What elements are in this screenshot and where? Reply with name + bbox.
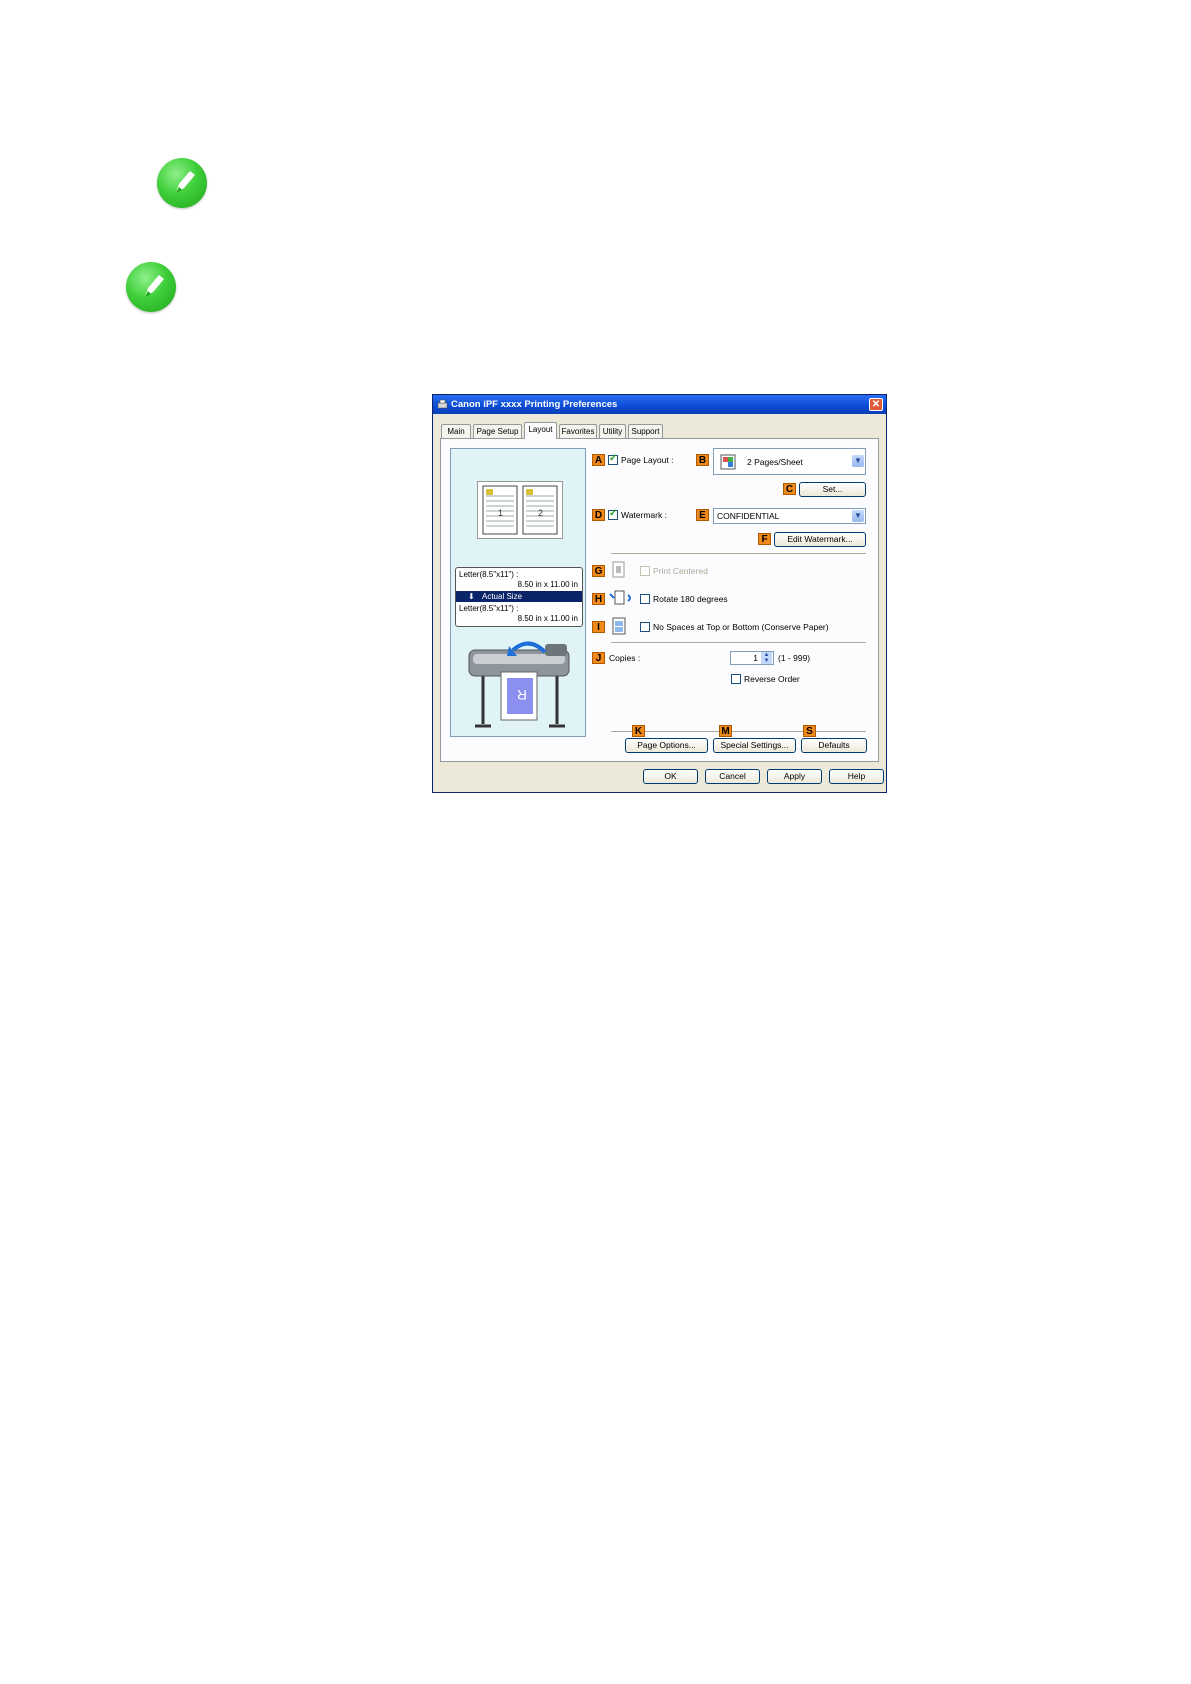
scale-row: ⬇ Actual Size [456, 591, 582, 602]
output-size: Letter(8.5"x11") : [459, 604, 519, 613]
watermark-value: CONFIDENTIAL [717, 511, 780, 521]
tab-page-setup[interactable]: Page Setup [473, 424, 522, 438]
arrow-down-icon: ⬇ [468, 592, 475, 601]
divider [611, 731, 866, 732]
no-spaces-label: No Spaces at Top or Bottom (Conserve Pap… [653, 622, 829, 632]
page-layout-preview: 12 [477, 481, 563, 539]
apply-button[interactable]: Apply [767, 769, 822, 784]
spin-arrows-icon[interactable]: ▲ ▼ [761, 652, 772, 664]
divider [611, 642, 866, 643]
title-bar[interactable]: Canon iPF xxxx Printing Preferences ✕ [433, 395, 886, 414]
page-options-button[interactable]: Page Options... [625, 738, 708, 753]
original-dimensions: 8.50 in x 11.00 in [517, 580, 578, 589]
divider [611, 553, 866, 554]
watermark-label: Watermark : [621, 510, 667, 520]
copies-label: Copies : [609, 653, 641, 663]
defaults-button[interactable]: Defaults [801, 738, 867, 753]
callout-e: E [696, 509, 709, 521]
note-pencil-icon [157, 158, 207, 208]
callout-h: H [592, 593, 605, 605]
page-layout-icon [720, 454, 736, 470]
dialog-title: Canon iPF xxxx Printing Preferences [451, 399, 618, 410]
chevron-down-icon[interactable]: ▼ [852, 455, 864, 467]
page-layout-value: 2 Pages/Sheet [747, 457, 803, 467]
callout-f: F [758, 533, 771, 545]
reverse-order-checkbox[interactable] [731, 674, 741, 684]
rotate-icon [609, 590, 631, 605]
tab-main[interactable]: Main [441, 424, 471, 438]
callout-d: D [592, 509, 605, 521]
original-size: Letter(8.5"x11") : [459, 570, 519, 579]
rotate-label: Rotate 180 degrees [653, 594, 728, 604]
note-pencil-icon [126, 262, 176, 312]
special-settings-button[interactable]: Special Settings... [713, 738, 796, 753]
page-layout-checkbox[interactable] [608, 453, 618, 465]
chevron-down-icon[interactable]: ▼ [852, 510, 864, 522]
rotate-checkbox[interactable] [640, 594, 650, 604]
print-centered-label: Print Centered [653, 566, 708, 576]
edit-watermark-button[interactable]: Edit Watermark... [774, 532, 866, 547]
tab-utility[interactable]: Utility [599, 424, 626, 438]
callout-a: A [592, 454, 605, 466]
cancel-button[interactable]: Cancel [705, 769, 760, 784]
no-spaces-checkbox[interactable] [640, 622, 650, 632]
output-dimensions: 8.50 in x 11.00 in [517, 614, 578, 623]
print-centered-checkbox[interactable] [640, 566, 650, 576]
callout-s: S [803, 725, 816, 737]
set-button[interactable]: Set... [799, 482, 866, 497]
callout-b: B [696, 454, 709, 466]
callout-j: J [592, 652, 605, 664]
callout-i: I [592, 621, 605, 633]
svg-text:R: R [517, 687, 527, 703]
copies-stepper[interactable]: 1 ▲ ▼ [730, 651, 774, 665]
tab-layout[interactable]: Layout [524, 422, 557, 439]
page-layout-select[interactable]: 2 Pages/Sheet ▼ [713, 448, 866, 475]
printer-icon: R [468, 641, 570, 728]
copies-range: (1 - 999) [778, 653, 811, 663]
reverse-order-label: Reverse Order [744, 674, 800, 684]
watermark-select[interactable]: CONFIDENTIAL ▼ [713, 508, 866, 524]
callout-m: M [719, 725, 732, 737]
settings-preview: 12 Letter(8.5"x11") : 8.50 in x 11.00 in… [450, 448, 586, 737]
close-button[interactable]: ✕ [869, 398, 883, 411]
layout-panel: 12 Letter(8.5"x11") : 8.50 in x 11.00 in… [440, 438, 879, 762]
callout-g: G [592, 565, 605, 577]
tab-favorites[interactable]: Favorites [559, 424, 597, 438]
svg-text:2: 2 [538, 508, 543, 518]
watermark-checkbox[interactable] [608, 508, 618, 520]
tab-support[interactable]: Support [628, 424, 663, 438]
page-layout-label: Page Layout : [621, 455, 674, 465]
help-button[interactable]: Help [829, 769, 884, 784]
printing-preferences-dialog: Canon iPF xxxx Printing Preferences ✕ Ma… [432, 394, 887, 793]
no-spaces-icon [612, 617, 626, 635]
copies-value: 1 [753, 653, 758, 663]
scale-label: Actual Size [482, 592, 523, 601]
print-centered-icon [612, 561, 625, 578]
callout-c: C [783, 483, 796, 495]
paper-size-info: Letter(8.5"x11") : 8.50 in x 11.00 in ⬇ … [455, 567, 583, 627]
printer-icon [437, 399, 448, 409]
svg-text:1: 1 [498, 508, 503, 518]
ok-button[interactable]: OK [643, 769, 698, 784]
callout-k: K [632, 725, 645, 737]
